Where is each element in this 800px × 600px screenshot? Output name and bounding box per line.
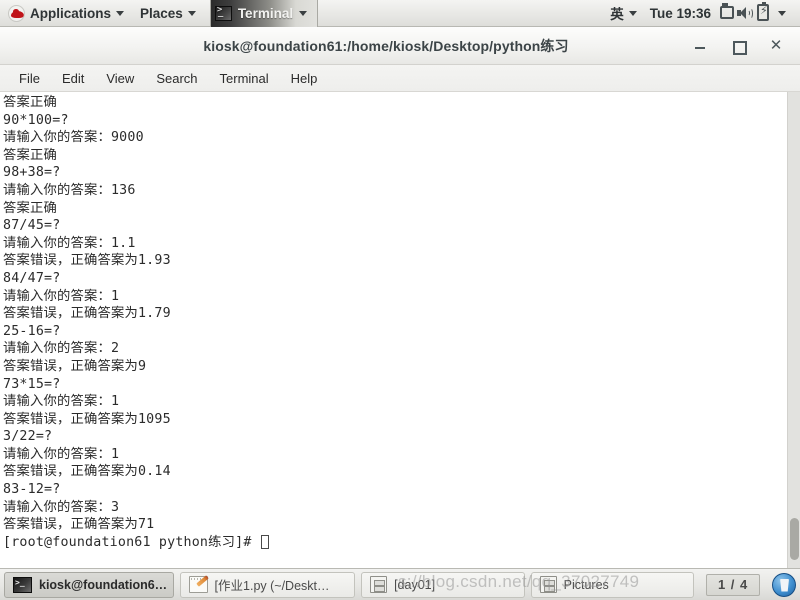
terminal-line: 答案错误，正确答案为0.14 — [3, 464, 171, 480]
menu-help[interactable]: Help — [280, 68, 329, 89]
battery-icon[interactable] — [754, 2, 772, 22]
scrollbar-thumb[interactable] — [790, 518, 799, 560]
places-menu[interactable]: Places — [132, 0, 204, 26]
terminal-line: 请输入你的答案：3 — [3, 499, 120, 515]
menu-view[interactable]: View — [95, 68, 145, 89]
menu-search[interactable]: Search — [145, 68, 208, 89]
terminal-line: 请输入你的答案：2 — [3, 341, 120, 357]
taskbar-item-label: Pictures — [563, 577, 609, 592]
panel-status-area: 英 Tue 19:36 — [604, 0, 800, 26]
chevron-down-icon — [187, 10, 196, 16]
terminal-line: 请输入你的答案：9000 — [3, 130, 144, 146]
menubar: File Edit View Search Terminal Help — [0, 65, 800, 92]
terminal-line: 答案正确 — [3, 200, 57, 216]
terminal-line: 答案错误，正确答案为1095 — [3, 411, 171, 427]
terminal-line: 请输入你的答案：136 — [3, 182, 136, 198]
taskbar-item-gedit[interactable]: [作业1.py (~/Deskt… — [179, 571, 356, 598]
terminal-icon — [214, 5, 232, 21]
clock[interactable]: Tue 19:36 — [643, 6, 718, 21]
terminal-scrollbar[interactable] — [787, 92, 800, 568]
display-icon[interactable] — [718, 4, 736, 22]
terminal-line: 答案错误，正确答案为71 — [3, 517, 155, 533]
system-menu[interactable] — [772, 0, 792, 26]
terminal-line: 87/45=? — [3, 218, 61, 234]
menu-edit[interactable]: Edit — [51, 68, 95, 89]
file-manager-icon — [539, 576, 557, 593]
terminal-line: 84/47=? — [3, 270, 61, 286]
desktop-screen: Applications Places Terminal 英 Tue 19:36 — [0, 0, 800, 600]
chevron-down-icon — [628, 10, 637, 16]
taskbar-item-label: kiosk@foundation6… — [39, 577, 168, 592]
terminal-window: kiosk@foundation61:/home/kiosk/Desktop/p… — [0, 27, 800, 568]
terminal-output[interactable]: 答案正确 90*100=? 请输入你的答案：9000 答案正确 98+38=? 请输入你的… — [0, 92, 787, 568]
menu-file[interactable]: File — [8, 68, 51, 89]
chevron-down-icon — [778, 10, 786, 16]
terminal-icon — [13, 576, 32, 593]
applications-menu-label: Applications — [30, 5, 112, 21]
workspace-switcher[interactable]: 1 / 4 — [706, 573, 761, 596]
chevron-down-icon — [116, 10, 125, 16]
file-manager-icon — [370, 576, 388, 593]
terminal-line: 98+38=? — [3, 165, 61, 181]
applications-menu[interactable]: Applications — [0, 0, 132, 26]
taskbar-item-terminal[interactable]: kiosk@foundation6… — [4, 571, 174, 598]
terminal-line: 请输入你的答案：1 — [3, 288, 120, 304]
taskbar-item-label: [作业1.py (~/Deskt… — [214, 579, 330, 593]
window-title: kiosk@foundation61:/home/kiosk/Desktop/p… — [203, 37, 569, 54]
bottom-taskbar: kiosk@foundation6… [作业1.py (~/Deskt… [da… — [0, 568, 800, 600]
terminal-line: 答案正确 — [3, 147, 57, 163]
panel-task-terminal[interactable]: Terminal — [209, 0, 319, 27]
places-menu-label: Places — [140, 5, 183, 21]
input-method-indicator[interactable]: 英 — [604, 0, 643, 26]
panel-window-list: Terminal — [209, 0, 319, 27]
taskbar-item-pictures[interactable]: Pictures — [530, 571, 695, 598]
terminal-line: 答案错误，正确答案为1.93 — [3, 253, 171, 269]
redhat-logo-icon — [8, 4, 25, 22]
maximize-button[interactable] — [730, 38, 747, 55]
close-button[interactable]: ✕ — [768, 37, 784, 54]
terminal-line: 请输入你的答案：1.1 — [3, 235, 136, 251]
chevron-down-icon — [299, 11, 308, 16]
minimize-button[interactable] — [692, 38, 708, 54]
taskbar-item-day01[interactable]: [day01] — [361, 571, 525, 598]
terminal-line: 答案错误，正确答案为9 — [3, 358, 147, 374]
trash-icon[interactable] — [772, 572, 796, 597]
terminal-prompt: [root@foundation61 python练习]# — [3, 534, 787, 552]
terminal-line: 请输入你的答案：1 — [3, 446, 120, 462]
volume-icon[interactable] — [736, 4, 754, 22]
panel-task-terminal-label: Terminal — [237, 6, 294, 21]
terminal-line: 答案正确 — [3, 95, 57, 110]
terminal-line: 请输入你的答案：1 — [3, 394, 120, 410]
terminal-line: 73*15=? — [3, 376, 61, 392]
terminal-line: 答案错误，正确答案为1.79 — [3, 306, 171, 322]
terminal-area[interactable]: 答案正确 90*100=? 请输入你的答案：9000 答案正确 98+38=? 请输入你的… — [0, 92, 800, 568]
panel-spacer — [318, 0, 604, 26]
terminal-line: 25-16=? — [3, 323, 61, 339]
input-method-label: 英 — [610, 7, 624, 22]
terminal-cursor — [260, 534, 269, 549]
terminal-line: 83-12=? — [3, 482, 61, 498]
menu-terminal[interactable]: Terminal — [209, 68, 280, 89]
window-controls: ✕ — [692, 37, 800, 55]
gedit-icon — [188, 576, 208, 593]
terminal-line: 3/22=? — [3, 429, 53, 445]
top-panel: Applications Places Terminal 英 Tue 19:36 — [0, 0, 800, 27]
window-titlebar[interactable]: kiosk@foundation61:/home/kiosk/Desktop/p… — [0, 27, 800, 65]
terminal-line: 90*100=? — [3, 112, 69, 128]
taskbar-item-label: [day01] — [394, 577, 436, 592]
